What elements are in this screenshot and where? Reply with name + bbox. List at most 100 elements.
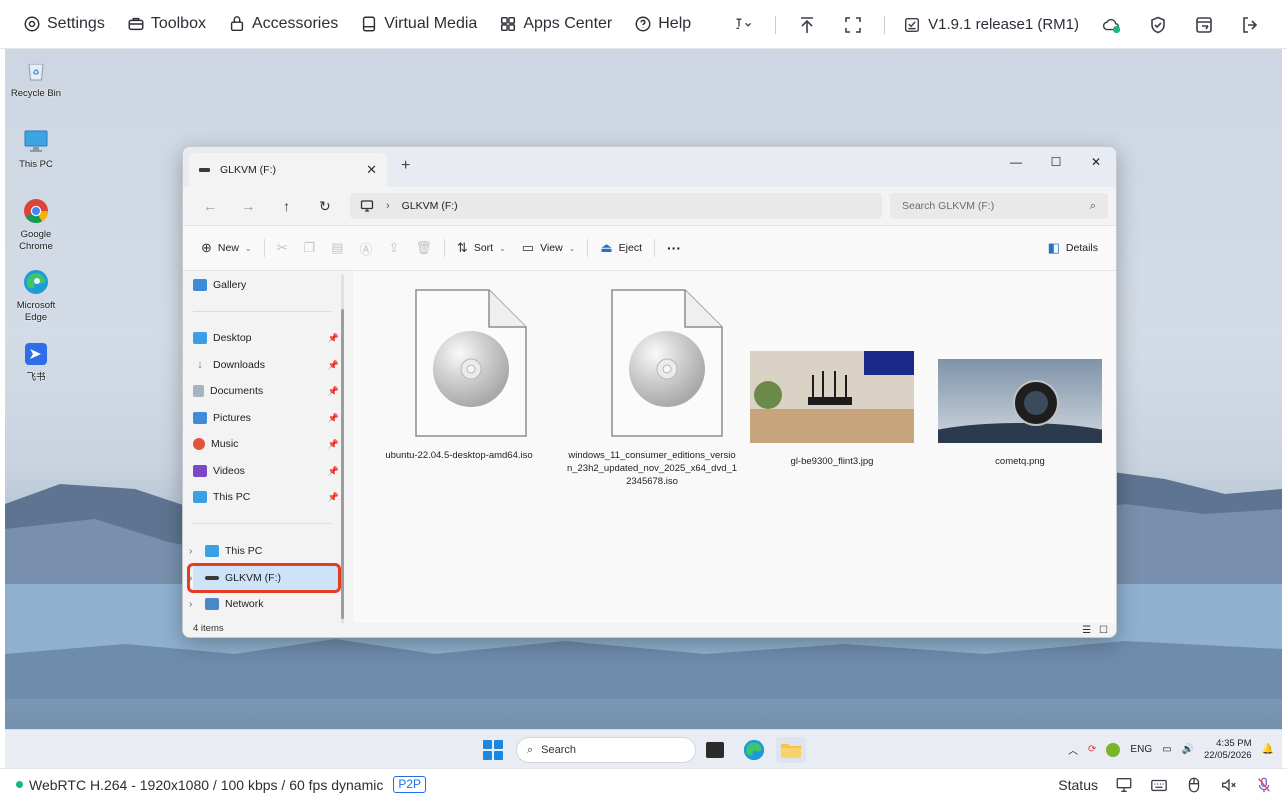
tile-view-icon[interactable]: ☐ — [1099, 625, 1108, 636]
details-pane-button[interactable]: ◧ Details — [1040, 233, 1106, 263]
sidebar-divider — [193, 523, 331, 524]
chevron-right-icon[interactable]: › — [189, 546, 205, 557]
desktop-icon-chrome[interactable]: Google Chrome — [5, 196, 67, 253]
fullscreen-button[interactable] — [832, 9, 874, 41]
taskbar-edge[interactable] — [743, 737, 765, 763]
close-tab-icon[interactable]: ✕ — [366, 162, 377, 178]
sidebar-item-music[interactable]: Music 📌 — [193, 432, 339, 456]
monitor-icon — [360, 200, 374, 212]
taskbar-search[interactable]: ⌕ Search — [516, 737, 696, 763]
clock-time: 4:35 PM — [1216, 737, 1252, 749]
speaker-muted-icon[interactable] — [1220, 776, 1238, 794]
clipboard-icon: ▤ — [331, 240, 344, 255]
keyboard-icon[interactable] — [1150, 776, 1168, 794]
text-cursor-icon — [736, 18, 752, 29]
back-button[interactable]: ← — [191, 192, 229, 220]
desktop-icon-edge[interactable]: Microsoft Edge — [5, 267, 67, 324]
taskbar-file-explorer[interactable] — [776, 737, 806, 763]
sidebar-item-this-pc-pinned[interactable]: This PC 📌 — [193, 485, 339, 509]
sidebar-scrollbar[interactable] — [341, 275, 344, 623]
sidebar-item-documents[interactable]: Documents 📌 — [193, 379, 339, 403]
file-item[interactable]: ubuntu-22.04.5-desktop-amd64.iso — [379, 289, 539, 462]
monitor-icon[interactable] — [1115, 776, 1133, 794]
desktop-icon-feishu[interactable]: 飞书 — [5, 339, 67, 384]
delete-button[interactable]: 🗑 — [407, 233, 440, 263]
command-divider — [654, 239, 656, 257]
mouse-icon[interactable] — [1185, 776, 1203, 794]
firmware-version[interactable]: V1.9.1 release1 (RM1) — [895, 16, 1087, 34]
explorer-tab[interactable]: GLKVM (F:) ✕ — [189, 153, 387, 187]
settings-menu[interactable]: Settings — [12, 15, 116, 33]
upload-button[interactable] — [786, 9, 828, 41]
text-input-dropdown[interactable] — [723, 9, 765, 41]
lock-icon — [230, 16, 244, 32]
security-button[interactable] — [1137, 9, 1179, 41]
toolbox-menu[interactable]: Toolbox — [116, 15, 217, 33]
switch-device-button[interactable] — [1183, 9, 1225, 41]
address-bar[interactable]: › GLKVM (F:) — [350, 193, 882, 219]
minimize-button[interactable]: — — [996, 147, 1036, 177]
close-window-button[interactable]: ✕ — [1076, 147, 1116, 177]
task-view-button[interactable] — [706, 737, 724, 763]
sidebar-item-downloads[interactable]: ↓ Downloads 📌 — [193, 353, 339, 377]
new-tab-button[interactable]: + — [401, 157, 410, 175]
file-item[interactable]: windows_11_consumer_editions_version_23h… — [566, 289, 738, 488]
chevron-up-icon[interactable]: ︿ — [1068, 742, 1078, 757]
clock[interactable]: 4:35 PM 22/05/2026 — [1204, 738, 1252, 762]
sidebar-item-videos[interactable]: Videos 📌 — [193, 459, 339, 483]
desktop-icon-this-pc[interactable]: This PC — [5, 126, 67, 171]
speaker-icon[interactable]: 🔊 — [1182, 744, 1194, 755]
sidebar-item-label: Downloads — [213, 359, 265, 371]
sidebar-item-this-pc[interactable]: › This PC — [189, 539, 339, 563]
sidebar-item-gallery[interactable]: Gallery — [193, 273, 339, 297]
chevron-right-icon[interactable]: › — [189, 599, 205, 610]
status-label[interactable]: Status — [1058, 777, 1098, 793]
sort-button[interactable]: ⇅ Sort ⌄ — [449, 233, 514, 263]
view-button[interactable]: ▭ View ⌄ — [514, 233, 584, 263]
maximize-button[interactable]: ☐ — [1036, 147, 1076, 177]
paste-button[interactable]: ▤ — [323, 233, 351, 263]
file-list: ubuntu-22.04.5-desktop-amd64.iso windows… — [353, 271, 1116, 623]
pictures-icon — [193, 412, 207, 424]
sidebar-item-network[interactable]: › Network — [189, 592, 339, 616]
plus-circle-icon: ⊕ — [201, 240, 212, 255]
refresh-button[interactable]: ↻ — [306, 192, 344, 220]
sidebar-item-pictures[interactable]: Pictures 📌 — [193, 406, 339, 430]
monitor-icon — [205, 545, 219, 557]
sidebar-item-desktop[interactable]: Desktop 📌 — [193, 326, 339, 350]
file-item[interactable]: gl-be9300_flint3.jpg — [749, 351, 915, 468]
up-button[interactable]: ↑ — [268, 192, 306, 220]
accessories-menu[interactable]: Accessories — [217, 15, 349, 33]
cloud-status-button[interactable] — [1091, 9, 1133, 41]
new-button[interactable]: ⊕ New ⌄ — [193, 233, 260, 263]
help-menu[interactable]: Help — [623, 15, 702, 33]
scrollbar-thumb[interactable] — [341, 309, 344, 619]
start-button[interactable] — [483, 737, 503, 763]
sync-icon[interactable]: ⟳ — [1088, 744, 1096, 755]
search-input[interactable]: Search GLKVM (F:) ⌕ — [890, 193, 1108, 219]
file-item[interactable]: cometq.png — [910, 359, 1116, 468]
logout-button[interactable] — [1229, 9, 1271, 41]
eject-button[interactable]: ⏏ Eject — [592, 233, 650, 263]
rename-button[interactable]: Ⓐ — [351, 233, 380, 263]
apps-center-menu[interactable]: Apps Center — [488, 15, 623, 33]
language-indicator[interactable]: ENG — [1130, 744, 1152, 755]
share-button[interactable]: ⇪ — [381, 233, 408, 263]
virtual-media-menu[interactable]: Virtual Media — [349, 15, 488, 33]
copy-button[interactable]: ❐ — [296, 233, 324, 263]
drive-icon — [363, 16, 376, 32]
more-options-button[interactable]: ··· — [659, 233, 689, 263]
view-label: View — [540, 242, 563, 254]
item-count: 4 items — [193, 623, 224, 634]
connection-status-dot — [16, 781, 23, 788]
microphone-muted-icon[interactable] — [1255, 776, 1273, 794]
desktop-icon-recycle-bin[interactable]: ♻ Recycle Bin — [5, 55, 67, 100]
remote-desktop-screen[interactable]: ♻ Recycle Bin This PC Google Chrome Micr… — [5, 49, 1282, 768]
forward-button[interactable]: → — [229, 192, 267, 220]
desktop-icon-label: Microsoft Edge — [16, 300, 56, 323]
cut-button[interactable]: ✂ — [269, 233, 296, 263]
app-tray-icon[interactable] — [1106, 742, 1121, 757]
notification-bell-icon[interactable]: 🔔 — [1262, 744, 1274, 755]
list-view-icon[interactable]: ☰ — [1082, 625, 1091, 636]
network-icon[interactable]: ▭ — [1162, 744, 1171, 755]
